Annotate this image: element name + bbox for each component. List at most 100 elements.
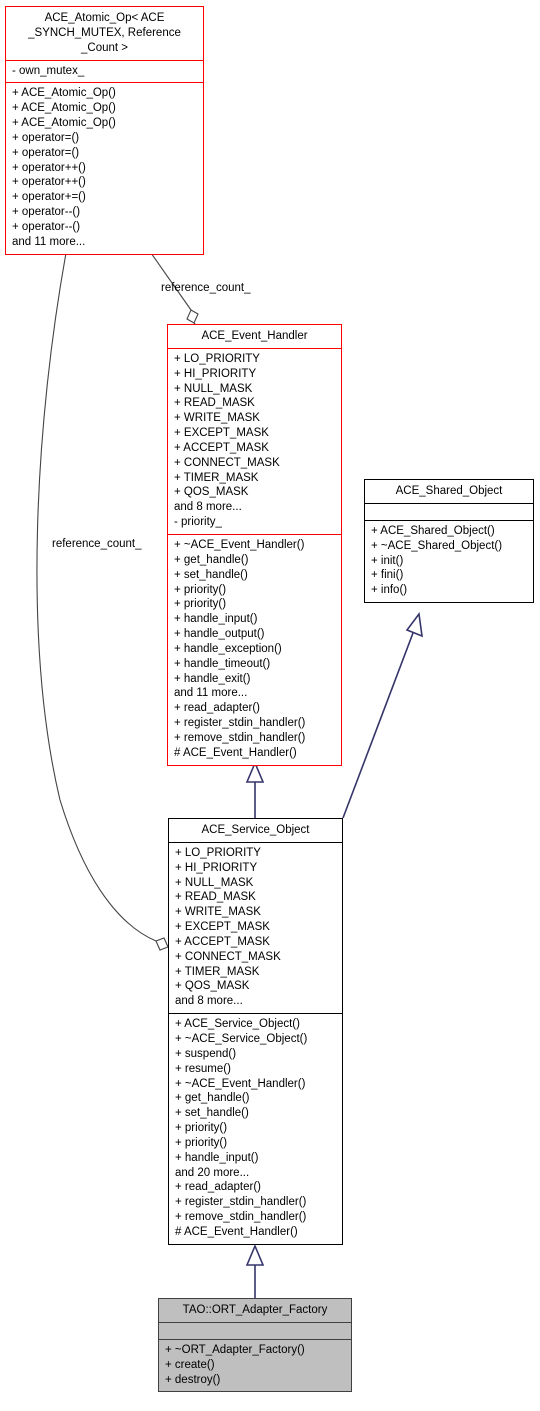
class-operation: + ACE_Shared_Object() (371, 524, 495, 537)
class-attribute: + ACCEPT_MASK (175, 935, 270, 948)
class-attribute: + ACCEPT_MASK (174, 441, 269, 454)
class-attributes-ace-service-object: + LO_PRIORITY + HI_PRIORITY + NULL_MASK … (169, 843, 342, 1013)
class-operation: + fini() (371, 569, 404, 582)
inheritance-edge-factory-to-service-object (245, 1243, 265, 1298)
class-operation: # ACE_Event_Handler() (174, 746, 297, 759)
class-operation: + set_handle() (174, 568, 248, 581)
class-attribute: + TIMER_MASK (174, 471, 259, 484)
class-operation: + init() (371, 554, 404, 567)
class-operation: + ~ACE_Shared_Object() (371, 539, 503, 552)
class-operation: + ACE_Service_Object() (175, 1018, 300, 1031)
class-attributes-ace-atomic-op: - own_mutex_ (6, 61, 203, 83)
class-operation: + ~ACE_Event_Handler() (175, 1077, 306, 1090)
class-attribute: + TIMER_MASK (175, 965, 260, 978)
class-operation: + create() (165, 1358, 215, 1371)
class-operation: + get_handle() (175, 1092, 250, 1105)
class-operation-more: and 11 more... (12, 235, 86, 248)
class-operation: + resume() (175, 1062, 231, 1075)
class-operation: + remove_stdin_handler() (175, 1211, 307, 1224)
class-operation: + operator--() (12, 220, 81, 233)
class-operation: + handle_input() (175, 1151, 259, 1164)
class-attributes-ace-event-handler: + LO_PRIORITY + HI_PRIORITY + NULL_MASK … (168, 349, 341, 534)
class-attribute: + EXCEPT_MASK (175, 921, 270, 934)
class-operation: + suspend() (175, 1047, 237, 1060)
class-attribute-more: and 8 more... (175, 995, 243, 1008)
class-attribute: + HI_PRIORITY (174, 367, 257, 380)
class-attribute: + LO_PRIORITY (174, 352, 260, 365)
class-operation: # ACE_Event_Handler() (175, 1225, 298, 1238)
class-operations-tao-ort-adapter-factory: + ~ORT_Adapter_Factory() + create() + de… (159, 1340, 351, 1392)
class-attribute: + READ_MASK (175, 891, 256, 904)
class-attributes-tao-ort-adapter-factory (159, 1323, 351, 1339)
class-title-ace-event-handler: ACE_Event_Handler (201, 330, 308, 342)
class-operation: + register_stdin_handler() (175, 1196, 307, 1209)
class-operations-ace-atomic-op: + ACE_Atomic_Op() + ACE_Atomic_Op() + AC… (6, 83, 203, 253)
class-operation: + handle_exception() (174, 642, 282, 655)
class-operation: + priority() (174, 583, 227, 596)
class-attribute: + NULL_MASK (174, 382, 253, 395)
class-attribute: + QOS_MASK (174, 486, 249, 499)
class-operation: + register_stdin_handler() (174, 717, 306, 730)
class-attribute: + READ_MASK (174, 397, 255, 410)
class-attribute: + WRITE_MASK (175, 906, 261, 919)
class-attribute: + NULL_MASK (175, 876, 254, 889)
class-operation: + handle_input() (174, 613, 258, 626)
class-operation: + ACE_Atomic_Op() (12, 102, 116, 115)
class-title-ace-atomic-op: ACE_Atomic_Op< ACE _SYNCH_MUTEX, Referen… (28, 12, 181, 54)
class-node-ace-service-object[interactable]: ACE_Service_Object + LO_PRIORITY + HI_PR… (168, 818, 343, 1245)
class-attribute: + QOS_MASK (175, 980, 250, 993)
class-node-ace-event-handler[interactable]: ACE_Event_Handler + LO_PRIORITY + HI_PRI… (167, 324, 342, 766)
class-operation: + ACE_Atomic_Op() (12, 117, 116, 130)
class-operation: + ~ACE_Event_Handler() (174, 538, 305, 551)
inheritance-edge-service-to-event-handler (245, 760, 265, 818)
class-operation: + operator++() (12, 176, 86, 189)
inheritance-edge-service-to-shared-object (342, 611, 423, 819)
class-operation: + handle_timeout() (174, 657, 271, 670)
class-attribute: + LO_PRIORITY (175, 846, 261, 859)
class-operation-more: and 20 more... (175, 1166, 250, 1179)
class-attribute-more: and 8 more... (174, 501, 242, 514)
class-node-ace-atomic-op[interactable]: ACE_Atomic_Op< ACE _SYNCH_MUTEX, Referen… (5, 6, 204, 255)
class-operation: + operator++() (12, 161, 86, 174)
class-operations-ace-service-object: + ACE_Service_Object() + ~ACE_Service_Ob… (169, 1014, 342, 1244)
class-operations-ace-event-handler: + ~ACE_Event_Handler() + get_handle() + … (168, 535, 341, 765)
class-operation: + destroy() (165, 1373, 221, 1386)
class-operation: + ~ORT_Adapter_Factory() (165, 1343, 305, 1356)
class-attribute: - own_mutex_ (12, 64, 85, 77)
class-operation: + handle_exit() (174, 672, 251, 685)
class-attribute: + CONNECT_MASK (175, 950, 281, 963)
class-attribute: + HI_PRIORITY (175, 861, 258, 874)
class-operation: + priority() (175, 1136, 228, 1149)
class-operation: + handle_output() (174, 628, 265, 641)
class-operation: + priority() (174, 598, 227, 611)
class-title-ace-service-object: ACE_Service_Object (201, 824, 310, 836)
class-operation: + operator+=() (12, 191, 86, 204)
class-operation: + operator--() (12, 206, 81, 219)
class-attributes-ace-shared-object (365, 504, 533, 520)
class-attribute: - priority_ (174, 516, 222, 529)
class-attribute: + WRITE_MASK (174, 412, 260, 425)
class-operations-ace-shared-object: + ACE_Shared_Object() + ~ACE_Shared_Obje… (365, 521, 533, 602)
class-operation: + remove_stdin_handler() (174, 731, 306, 744)
class-operation: + operator=() (12, 131, 80, 144)
class-operation: + ACE_Atomic_Op() (12, 87, 116, 100)
class-operation: + priority() (175, 1122, 228, 1135)
class-title-ace-shared-object: ACE_Shared_Object (395, 485, 503, 497)
class-operation: + ~ACE_Service_Object() (175, 1032, 308, 1045)
class-operation-more: and 11 more... (174, 687, 248, 700)
class-attribute: + CONNECT_MASK (174, 456, 280, 469)
class-node-tao-ort-adapter-factory[interactable]: TAO::ORT_Adapter_Factory + ~ORT_Adapter_… (158, 1298, 352, 1393)
class-operation: + get_handle() (174, 553, 249, 566)
edge-label-reference-count-left: reference_count_ (52, 538, 142, 550)
class-operation: + read_adapter() (174, 702, 260, 715)
class-operation: + set_handle() (175, 1107, 249, 1120)
aggregation-edge-service-object (36, 252, 169, 951)
uml-diagram-canvas: ACE_Atomic_Op< ACE _SYNCH_MUTEX, Referen… (0, 0, 540, 1411)
class-operation: + operator=() (12, 146, 80, 159)
edge-label-reference-count-top: reference_count_ (161, 282, 251, 294)
class-title-tao-ort-adapter-factory: TAO::ORT_Adapter_Factory (182, 1304, 328, 1316)
class-node-ace-shared-object[interactable]: ACE_Shared_Object + ACE_Shared_Object() … (364, 479, 534, 604)
class-operation: + read_adapter() (175, 1181, 261, 1194)
class-operation: + info() (371, 584, 408, 597)
class-attribute: + EXCEPT_MASK (174, 427, 269, 440)
